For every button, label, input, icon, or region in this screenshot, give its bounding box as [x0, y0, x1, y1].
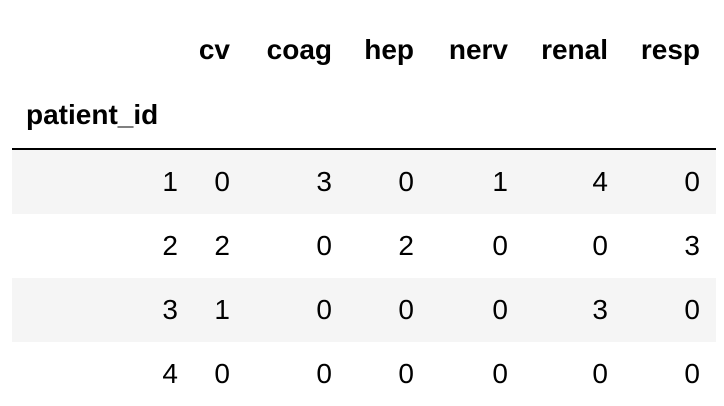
cell-hep: 0: [398, 166, 414, 197]
cell-hep: 2: [398, 230, 414, 261]
table-row: 4 0 0 0 0 0 0: [12, 342, 716, 406]
index-name-row: patient_id: [12, 82, 716, 150]
column-header-coag: coag: [266, 34, 332, 65]
table-row: 1 0 3 0 1 4 0: [12, 150, 716, 214]
cell-resp: 3: [684, 230, 700, 261]
cell-renal: 0: [592, 358, 608, 389]
cell-coag: 0: [316, 230, 332, 261]
cell-cv: 2: [214, 230, 230, 261]
column-header-row: cv coag hep nerv renal resp: [12, 18, 716, 82]
row-index: 2: [162, 230, 178, 261]
cell-resp: 0: [684, 358, 700, 389]
table-row: 2 2 0 2 0 0 3: [12, 214, 716, 278]
cell-renal: 3: [592, 294, 608, 325]
row-index: 4: [162, 358, 178, 389]
row-index: 1: [162, 166, 178, 197]
column-header-renal: renal: [541, 34, 608, 65]
table-row: 3 1 0 0 0 3 0: [12, 278, 716, 342]
cell-nerv: 0: [492, 230, 508, 261]
cell-cv: 1: [214, 294, 230, 325]
column-header-cv: cv: [198, 34, 230, 65]
column-header-hep: hep: [364, 34, 414, 65]
cell-hep: 0: [398, 358, 414, 389]
cell-nerv: 0: [492, 358, 508, 389]
cell-nerv: 1: [492, 166, 508, 197]
cell-renal: 4: [592, 166, 608, 197]
cell-hep: 0: [398, 294, 414, 325]
cell-nerv: 0: [492, 294, 508, 325]
cell-coag: 0: [316, 358, 332, 389]
cell-cv: 0: [214, 358, 230, 389]
cell-cv: 0: [214, 166, 230, 197]
cell-resp: 0: [684, 294, 700, 325]
index-name-label: patient_id: [26, 99, 159, 130]
cell-renal: 0: [592, 230, 608, 261]
row-index: 3: [162, 294, 178, 325]
cell-coag: 3: [316, 166, 332, 197]
dataframe-table: cv coag hep nerv renal resp patient_id 1…: [12, 18, 716, 406]
column-header-resp: resp: [640, 34, 700, 65]
cell-resp: 0: [684, 166, 700, 197]
column-header-nerv: nerv: [448, 34, 508, 65]
cell-coag: 0: [316, 294, 332, 325]
